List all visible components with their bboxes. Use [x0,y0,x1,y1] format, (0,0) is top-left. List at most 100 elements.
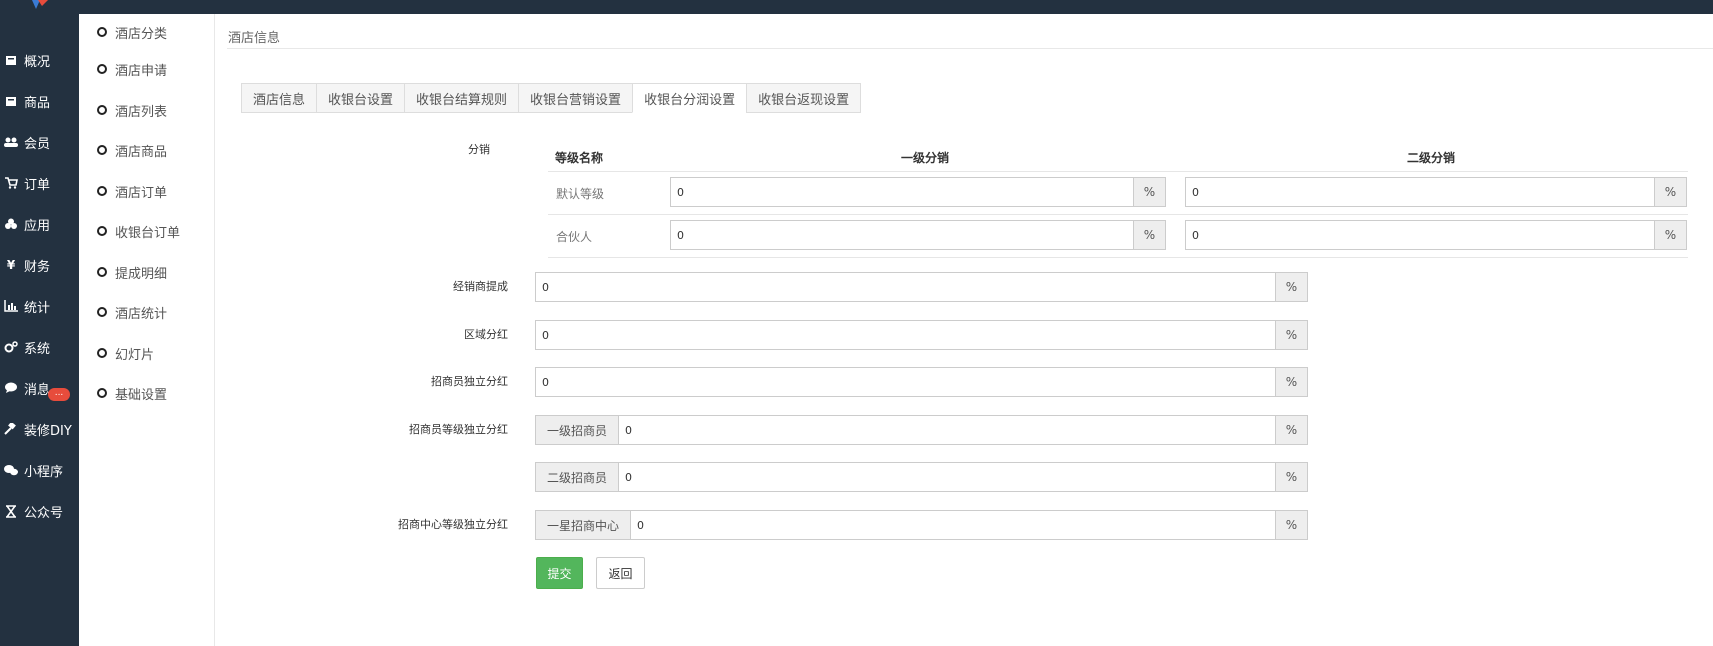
sidebar-item-products[interactable]: 商品 [0,89,79,113]
subnav-item-label: 提成明细 [115,266,168,282]
region-dividend-input[interactable]: 0 [535,320,1276,350]
region-dividend-label: 区域分红 [464,328,508,341]
circle-icon [97,307,107,317]
gears-icon [4,340,18,354]
subnav-item-hotel-apply[interactable]: 酒店申请 [97,59,167,79]
merchant-dividend-input-group: 0 % [535,367,1308,397]
default-first-level-input[interactable]: 0 [670,177,1134,207]
subnav-item-cashier-orders[interactable]: 收银台订单 [97,221,180,241]
subnav-item-basic-settings[interactable]: 基础设置 [97,383,167,403]
col-header-first: 一级分销 [900,151,949,165]
input-prefix: 一级招商员 [535,415,619,445]
subnav-item-commission-detail[interactable]: 提成明细 [97,262,167,282]
partner-second-level-input[interactable]: 0 [1185,220,1655,250]
logo-icon [32,0,48,9]
sidebar-item-diy[interactable]: 装修DIY [0,417,79,441]
circle-icon [97,27,107,37]
sidebar-item-label: 财务 [24,259,51,275]
input-prefix: 一星招商中心 [535,510,631,540]
submit-button[interactable]: 提交 [536,557,583,589]
percent-addon: % [1276,320,1308,350]
tab-cashier-cashback[interactable]: 收银台返现设置 [746,83,862,113]
dealer-commission-input[interactable]: 0 [535,272,1276,302]
second-merchant-input[interactable]: 0 [618,462,1276,492]
partner-first-level-input[interactable]: 0 [670,220,1134,250]
circle-icon [97,145,107,155]
circle-icon [97,226,107,236]
tab-cashier-settlement[interactable]: 收银台结算规则 [404,83,519,113]
sidebar-item-label: 统计 [24,300,51,316]
circle-icon [97,388,107,398]
subnav-item-hotel-goods[interactable]: 酒店商品 [97,140,167,160]
back-button[interactable]: 返回 [596,557,645,589]
sidebar-item-orders[interactable]: 订单 [0,171,79,195]
partner-first-level-input-group: 0 % [670,220,1166,250]
yen-icon: ¥ [6,258,16,272]
sidebar-item-label: 系统 [24,341,51,357]
tab-bar: 酒店信息 收银台设置 收银台结算规则 收银台营销设置 收银台分润设置 收银台返现… [241,83,862,113]
percent-addon: % [1276,510,1308,540]
default-first-level-input-group: 0 % [670,177,1166,207]
percent-addon: % [1134,177,1166,207]
second-merchant-input-group: 二级招商员 0 % [535,462,1308,492]
percent-addon: % [1276,462,1308,492]
dealer-commission-label: 经销商提成 [453,280,508,293]
first-merchant-input[interactable]: 0 [618,415,1276,445]
sub-navigation: 酒店分类 酒店申请 酒店列表 酒店商品 酒店订单 收银台订单 提成明细 酒店统计… [79,14,215,646]
one-star-center-input-group: 一星招商中心 0 % [535,510,1308,540]
merchant-dividend-label: 招商员独立分红 [431,375,508,388]
row-level-name: 合伙人 [556,230,593,244]
subnav-item-label: 酒店列表 [115,104,168,120]
message-badge: ... [48,388,70,401]
circle-icon [97,267,107,277]
subnav-item-label: 酒店分类 [115,26,168,42]
sidebar-item-system[interactable]: 系统 [0,335,79,359]
default-second-level-input[interactable]: 0 [1185,177,1655,207]
merchant-dividend-input[interactable]: 0 [535,367,1276,397]
breadcrumb: 酒店信息 [228,31,281,46]
sidebar-item-label: 会员 [24,136,51,152]
sidebar-item-label: 概况 [24,54,51,70]
gavel-icon [4,422,18,436]
sidebar-item-overview[interactable]: 概况 [0,48,79,72]
sidebar-item-official-account[interactable]: 公众号 [0,499,79,523]
dashboard-icon [4,53,18,67]
circle-icon [97,186,107,196]
sidebar-item-finance[interactable]: ¥ 财务 [0,253,79,277]
main-content: 酒店信息 酒店信息 收银台设置 收银台结算规则 收银台营销设置 收银台分润设置 … [215,14,1713,646]
percent-addon: % [1655,177,1687,207]
subnav-item-hotel-category[interactable]: 酒店分类 [97,22,167,42]
sidebar-item-label: 商品 [24,95,51,111]
sidebar-item-miniprogram[interactable]: 小程序 [0,458,79,482]
circle-icon [97,64,107,74]
tab-cashier-marketing[interactable]: 收银台营销设置 [518,83,633,113]
subnav-item-slides[interactable]: 幻灯片 [97,343,154,363]
subnav-item-label: 收银台订单 [115,225,181,241]
subnav-item-hotel-stats[interactable]: 酒店统计 [97,302,167,322]
merchant-level-dividend-label: 招商员等级独立分红 [409,423,508,436]
tab-hotel-info[interactable]: 酒店信息 [241,83,317,113]
table-divider [548,214,1688,215]
table-divider [548,171,1688,172]
dealer-commission-input-group: 0 % [535,272,1308,302]
tab-cashier-settings[interactable]: 收银台设置 [316,83,405,113]
tab-cashier-profit-sharing[interactable]: 收银台分润设置 [632,83,747,113]
sidebar-item-members[interactable]: 会员 [0,130,79,154]
circle-icon [97,348,107,358]
subnav-item-label: 酒店申请 [115,63,168,79]
percent-addon: % [1276,415,1308,445]
subnav-item-hotel-list[interactable]: 酒店列表 [97,100,167,120]
sidebar-item-label: 订单 [24,177,51,193]
sidebar-item-stats[interactable]: 统计 [0,294,79,318]
sidebar-item-apps[interactable]: 应用 [0,212,79,236]
hourglass-icon [4,504,18,518]
divider [227,48,1713,49]
subnav-item-hotel-orders[interactable]: 酒店订单 [97,181,167,201]
one-star-center-input[interactable]: 0 [630,510,1276,540]
subnav-item-label: 基础设置 [115,387,168,403]
sidebar-item-messages[interactable]: 消息 ... [0,376,79,401]
table-divider [548,257,1688,258]
col-header-second: 二级分销 [1406,151,1455,165]
sidebar-item-label: 公众号 [24,505,64,521]
col-header-level: 等级名称 [555,151,604,165]
